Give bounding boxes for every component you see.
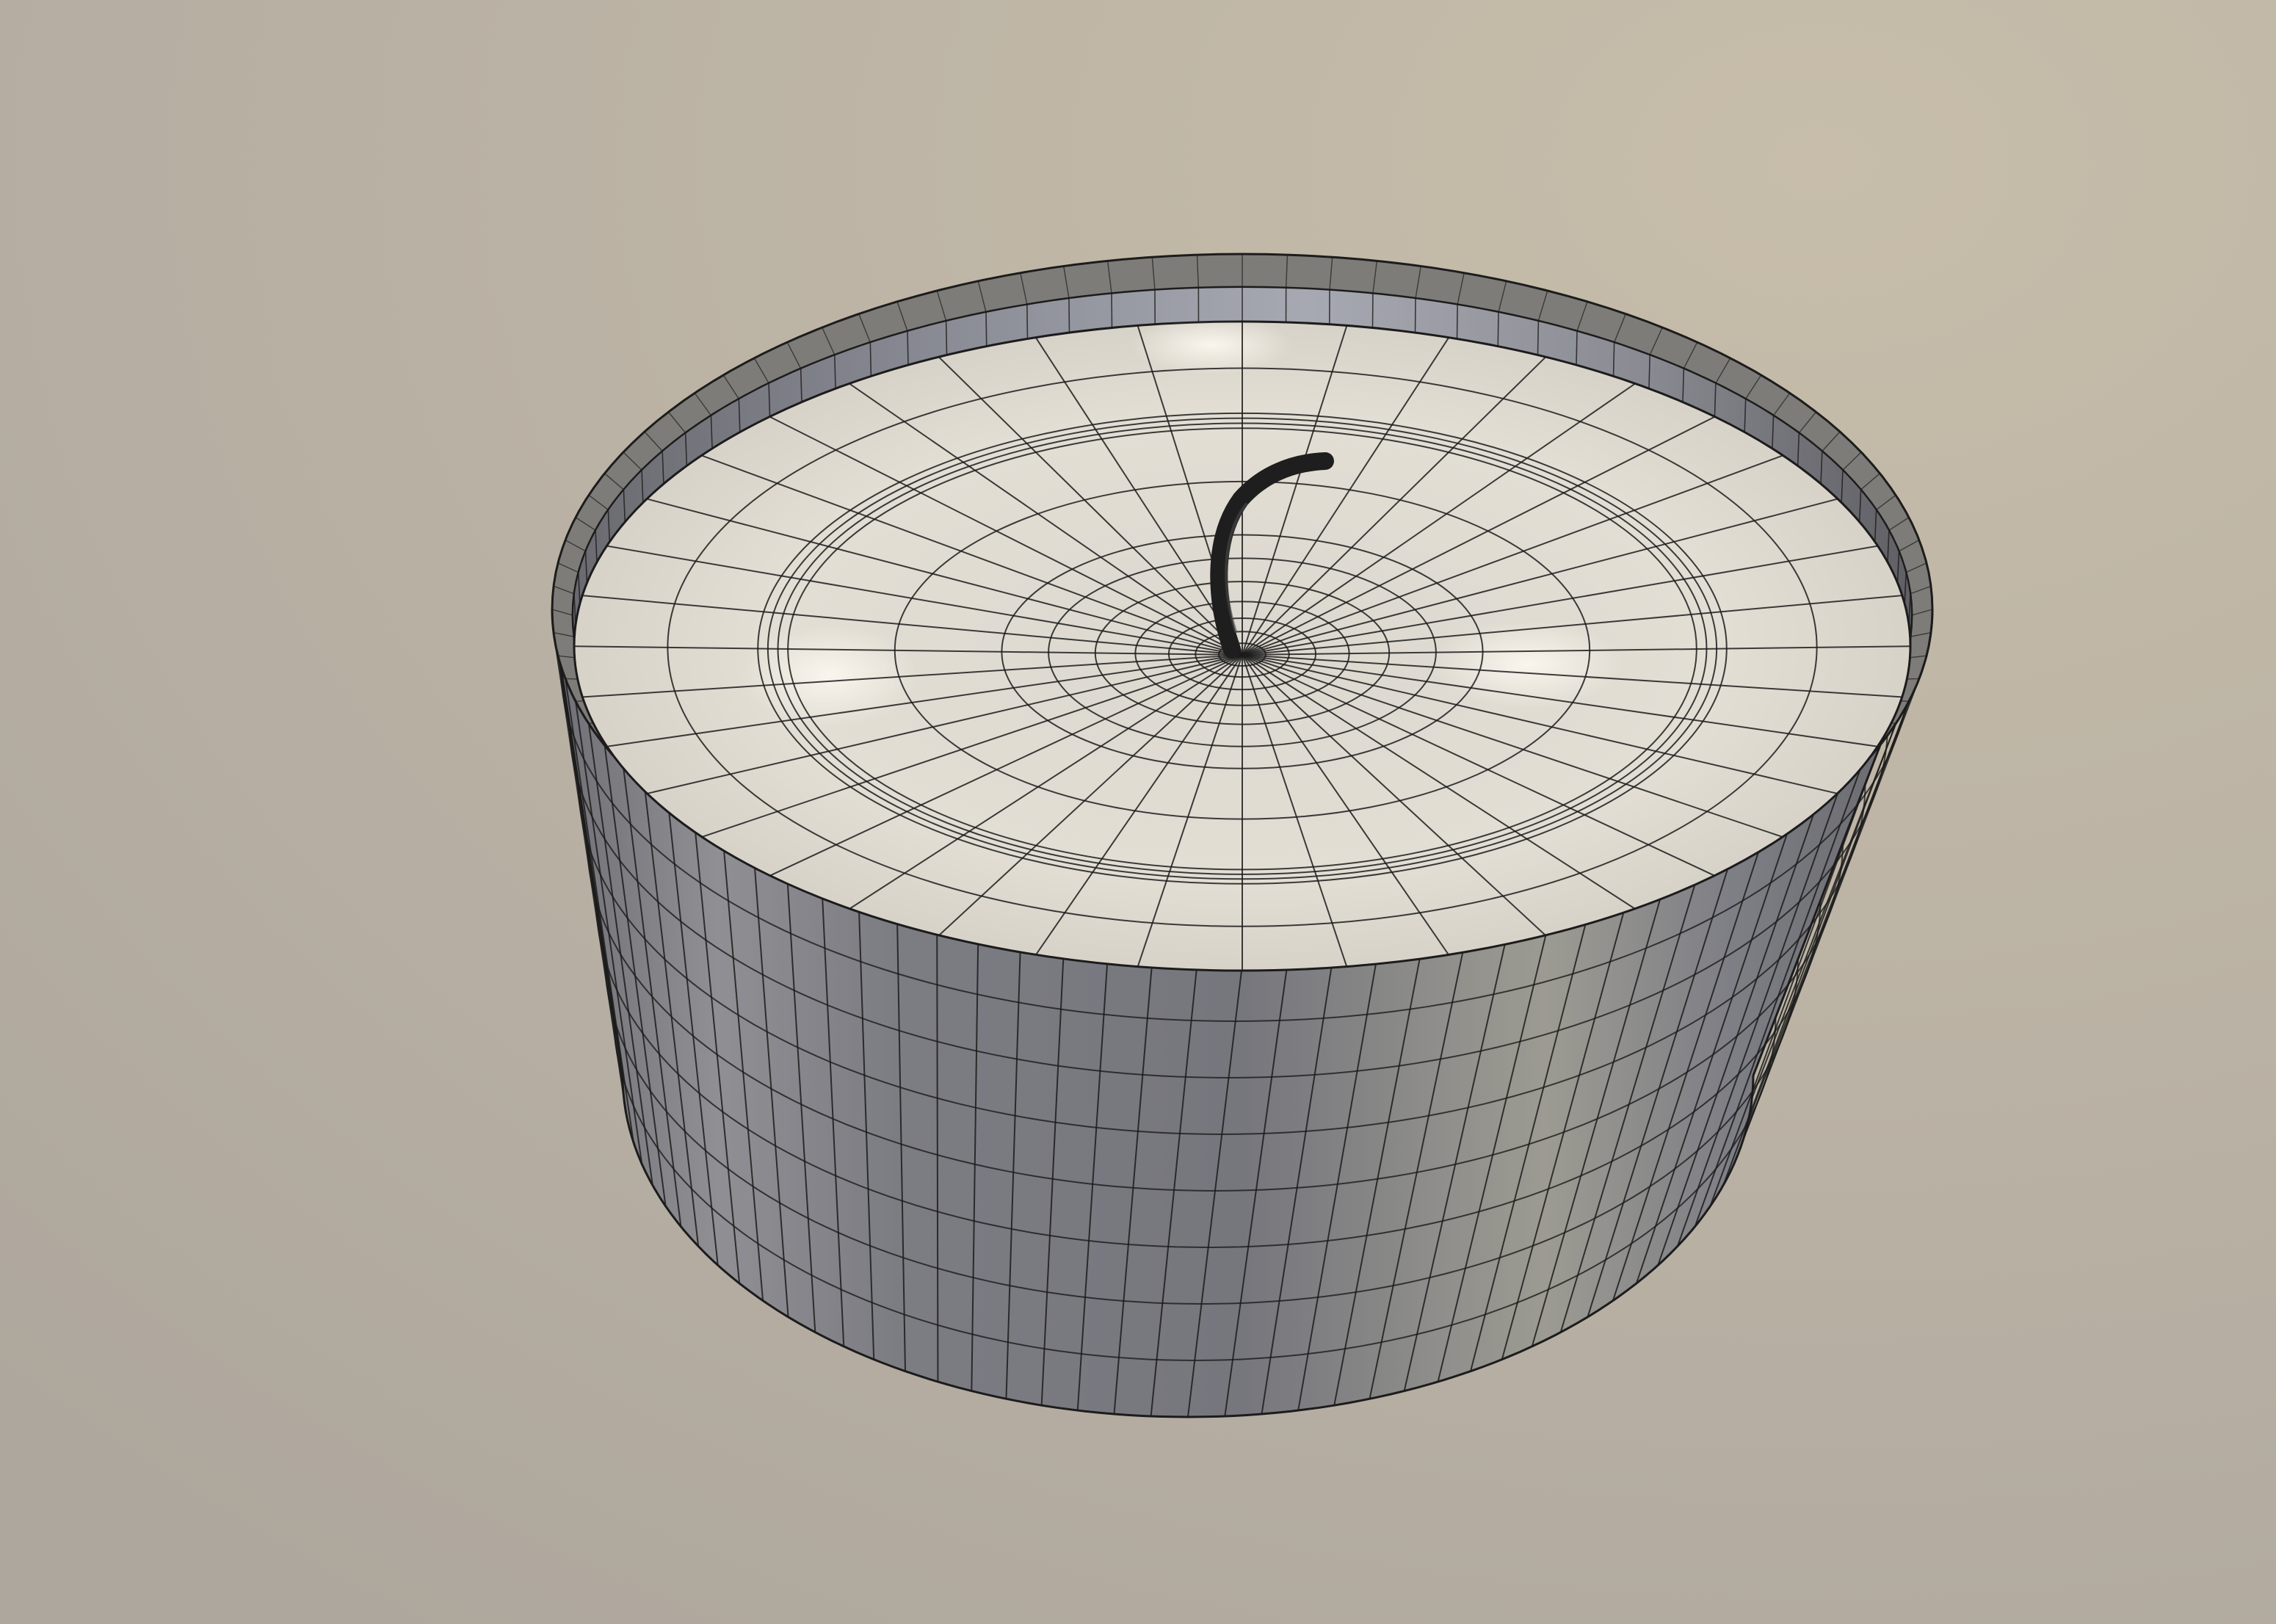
3d-viewport[interactable] <box>0 0 2276 1624</box>
candle-scene <box>0 0 2276 1624</box>
